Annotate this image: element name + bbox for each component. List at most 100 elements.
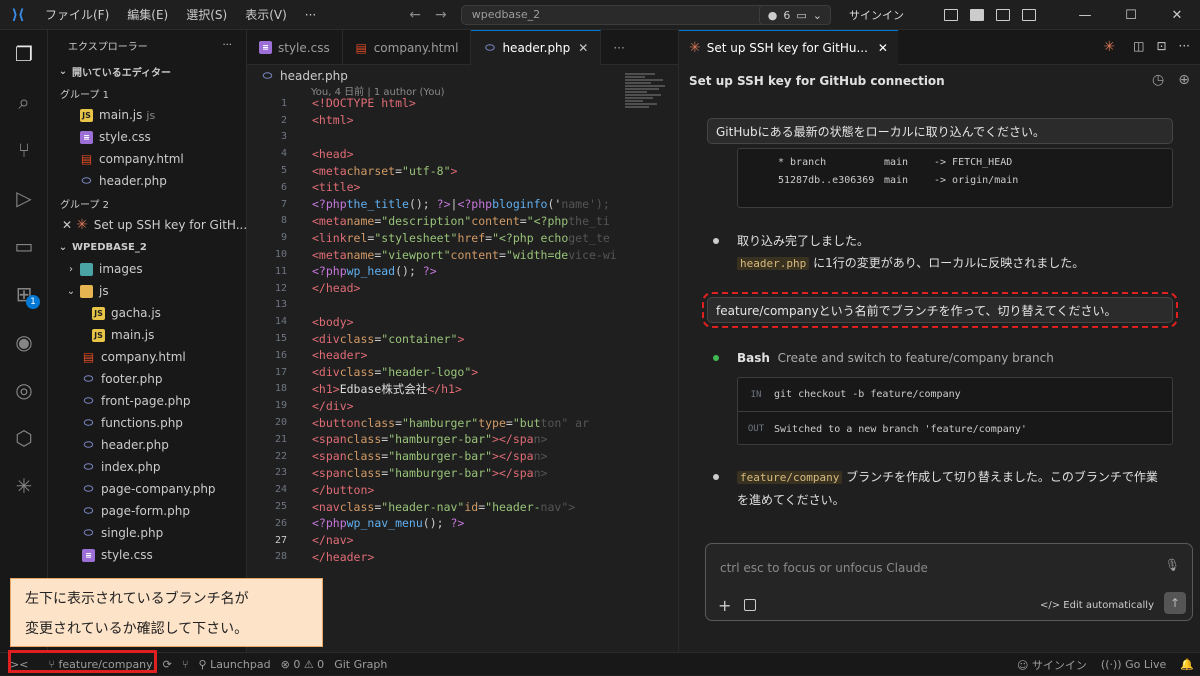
copilot-pill[interactable]: ● 6 ▭ ⌄ — [758, 5, 831, 25]
problems-indicator[interactable]: ⊗ 0 ⚠ 0 — [281, 658, 325, 671]
code-line: 8 <meta name = "description" content = "<?ph… — [280, 213, 610, 228]
add-context-icon[interactable]: + — [718, 596, 731, 615]
menu-more[interactable]: ··· — [296, 0, 325, 30]
launchpad-button[interactable]: ⚲ Launchpad — [199, 658, 271, 671]
go-live-button[interactable]: ((·)) Go Live — [1101, 658, 1166, 671]
file-item[interactable]: ▤ company.html — [48, 346, 246, 368]
file-item[interactable]: ≡ style.css — [48, 544, 246, 566]
open-editor-item[interactable]: ⬭ header.php — [48, 170, 246, 192]
file-item[interactable]: ⬭ index.php — [48, 456, 246, 478]
source-control-icon[interactable]: ⑂ — [0, 126, 48, 174]
breadcrumb-file[interactable]: header.php — [280, 69, 348, 83]
io-out-text: Switched to a new branch 'feature/compan… — [774, 423, 1027, 435]
minimize-button[interactable]: — — [1062, 8, 1108, 23]
php-file-icon: ⬭ — [83, 482, 94, 495]
tab-label: style.css — [278, 40, 330, 55]
tab-more-icon[interactable]: ··· — [601, 30, 636, 65]
remote-explorer-icon[interactable]: ▭ — [0, 222, 48, 270]
customize-layout-icon[interactable] — [944, 9, 958, 21]
file-item[interactable]: JS main.js — [48, 324, 246, 346]
file-item[interactable]: ⬭ front-page.php — [48, 390, 246, 412]
open-editor-item[interactable]: ▤ company.html — [48, 148, 246, 170]
toggle-secondary-sidebar-icon[interactable] — [1022, 9, 1036, 21]
file-label: functions.php — [101, 416, 183, 430]
close-window-button[interactable]: ✕ — [1154, 8, 1200, 23]
containers-icon[interactable]: ⬡ — [0, 414, 48, 462]
file-item[interactable]: JS gacha.js — [48, 302, 246, 324]
menu-selection[interactable]: 選択(S) — [177, 0, 236, 30]
message-line: 取り込み完了しました。 — [737, 234, 870, 248]
chat-icon: ▭ — [796, 8, 807, 22]
notifications-icon[interactable]: 🔔 — [1180, 658, 1194, 671]
git-graph-button[interactable]: Git Graph — [334, 658, 387, 671]
dot-icon: ● — [767, 8, 778, 22]
file-item[interactable]: ⬭ functions.php — [48, 412, 246, 434]
open-editor-item[interactable]: JS main.js js — [48, 104, 246, 126]
maximize-button[interactable]: ☐ — [1108, 8, 1154, 23]
edit-mode-button[interactable]: </> Edit automatically — [1040, 600, 1154, 611]
forward-arrow-icon[interactable]: → — [435, 7, 447, 23]
project-section[interactable]: ⌄ WPEDBASE_2 — [48, 236, 246, 258]
io-out-row: OUT Switched to a new branch 'feature/com… — [738, 412, 1172, 446]
more-actions-icon[interactable]: ··· — [222, 40, 232, 51]
signin-button[interactable]: サインイン — [849, 7, 904, 23]
file-item[interactable]: ⬭ page-company.php — [48, 478, 246, 500]
toggle-panel-icon[interactable] — [996, 9, 1010, 21]
run-debug-icon[interactable]: ▷ — [0, 174, 48, 222]
file-item[interactable]: ⬭ single.php — [48, 522, 246, 544]
new-session-icon[interactable]: ⊕ — [1178, 72, 1190, 88]
extensions-badge: 1 — [26, 295, 40, 309]
explorer-icon[interactable]: ❐ — [0, 30, 48, 78]
gitlens-icon[interactable]: ◉ — [0, 318, 48, 366]
file-item[interactable]: ⬭ footer.php — [48, 368, 246, 390]
user-message: GitHubにある最新の状態をローカルに取り込んでください。 — [707, 118, 1173, 144]
open-editor-item[interactable]: ✕ ✳ Set up SSH key for GitH... — [48, 214, 246, 236]
tab-claude-session[interactable]: ✳ Set up SSH key for GitHu... ✕ — [679, 29, 898, 65]
claude-star-icon[interactable]: ✳ — [1103, 39, 1115, 55]
microphone-icon[interactable]: 🎙 — [1165, 558, 1180, 572]
account-button[interactable]: ☺ サインイン — [1017, 657, 1087, 673]
back-arrow-icon[interactable]: ← — [409, 7, 421, 23]
prompt-input[interactable]: ctrl esc to focus or unfocus Claude 🎙 + … — [705, 543, 1193, 621]
tab-label: Set up SSH key for GitHu... — [706, 40, 868, 55]
tool-desc: Create and switch to feature/company bra… — [777, 351, 1054, 365]
code-chip: header.php — [737, 257, 810, 270]
search-icon[interactable]: ⌕ — [0, 78, 48, 126]
code-line: 2 <html> — [280, 113, 354, 128]
history-icon[interactable]: ◷ — [1152, 72, 1164, 88]
menu-file[interactable]: ファイル(F) — [36, 0, 118, 30]
file-item[interactable]: ⬭ page-form.php — [48, 500, 246, 522]
close-tab-icon[interactable]: ✕ — [578, 41, 588, 55]
tab-company-html[interactable]: ▤ company.html — [343, 30, 472, 65]
more-actions-icon[interactable]: ··· — [1179, 39, 1190, 55]
send-button[interactable]: ↑ — [1164, 592, 1186, 614]
attach-file-icon[interactable] — [744, 599, 756, 611]
menu-edit[interactable]: 編集(E) — [118, 0, 177, 30]
close-tab-icon[interactable]: ✕ — [878, 41, 888, 55]
split-editor-icon[interactable]: ◫ — [1133, 39, 1144, 55]
code-line: 14 <body> — [274, 314, 354, 329]
code-lines[interactable]: 1 <!DOCTYPE html> 2 <html> 3 4 <head> 5 <me… — [247, 95, 678, 565]
tab-header-php[interactable]: ⬭ header.php ✕ — [471, 30, 602, 65]
close-icon[interactable]: ✕ — [62, 218, 72, 232]
code-line: 13 — [274, 299, 287, 311]
menu-view[interactable]: 表示(V) — [236, 0, 296, 30]
html-file-icon: ▤ — [80, 152, 93, 166]
lock-icon[interactable]: ⊡ — [1156, 39, 1166, 55]
claude-icon[interactable]: ✳ — [0, 462, 48, 510]
open-editor-item[interactable]: ≡ style.css — [48, 126, 246, 148]
live-share-icon[interactable]: ◎ — [0, 366, 48, 414]
folder-open-icon — [80, 284, 93, 298]
toggle-sidebar-icon[interactable] — [970, 9, 984, 21]
message-text: に1行の変更があり、ローカルに反映されました。 — [813, 256, 1085, 270]
folder-js[interactable]: ⌄ js — [48, 280, 246, 302]
tab-style-css[interactable]: ≡ style.css — [247, 30, 343, 65]
folder-label: images — [99, 262, 143, 276]
folder-images[interactable]: › images — [48, 258, 246, 280]
extensions-icon[interactable]: ⊞ 1 — [0, 270, 48, 318]
file-item[interactable]: ⬭ header.php — [48, 434, 246, 456]
sync-icon[interactable]: ⟳ — [163, 658, 172, 671]
open-editors-section[interactable]: ⌄ 開いているエディター — [48, 60, 246, 82]
file-label: Set up SSH key for GitH... — [93, 218, 246, 232]
pull-request-icon[interactable]: ⑂ — [182, 658, 189, 671]
